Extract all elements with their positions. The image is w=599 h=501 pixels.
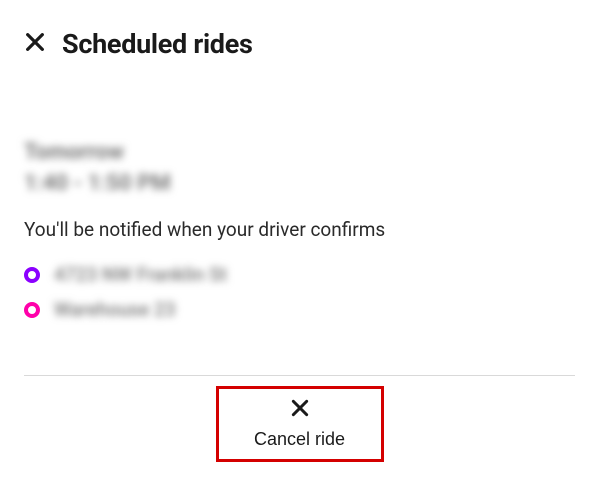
dropoff-address: Warehouse 23: [54, 298, 176, 321]
ride-status-text: You'll be notified when your driver conf…: [24, 218, 575, 241]
footer: Cancel ride: [24, 376, 575, 462]
header: Scheduled rides: [24, 28, 575, 60]
cancel-ride-button[interactable]: Cancel ride: [216, 386, 384, 462]
pickup-dot-icon: [24, 267, 40, 283]
pickup-row: 4723 NW Franklin St: [24, 263, 575, 286]
page-title: Scheduled rides: [62, 28, 253, 60]
pickup-address: 4723 NW Franklin St: [54, 263, 227, 286]
scheduled-rides-panel: Scheduled rides Tomorrow 1:40 - 1:50 PM …: [0, 0, 599, 462]
cancel-icon: [290, 398, 310, 423]
ride-card: Tomorrow 1:40 - 1:50 PM You'll be notifi…: [24, 140, 575, 357]
ride-date: Tomorrow: [24, 140, 575, 165]
dropoff-dot-icon: [24, 302, 40, 318]
close-icon[interactable]: [24, 30, 46, 58]
dropoff-row: Warehouse 23: [24, 298, 575, 321]
ride-time-window: 1:40 - 1:50 PM: [24, 171, 575, 196]
cancel-label: Cancel ride: [254, 429, 345, 450]
